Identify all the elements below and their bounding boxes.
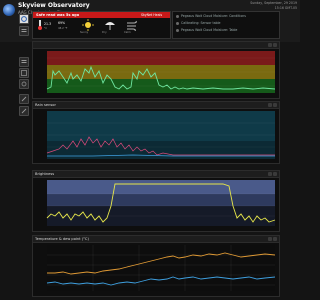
dewpoint-label: 48.2 °F [58, 27, 68, 30]
sidebar-button[interactable] [19, 79, 29, 89]
list-icon [21, 29, 27, 32]
status-panel: Pegasus Wait Cloud Moisture: Conditions … [172, 11, 280, 39]
grid-icon [21, 70, 27, 76]
alert-message: Safe read was 5s ago [36, 12, 80, 17]
list-icon [21, 60, 27, 63]
alert-banner: Safe read was 5s ago SkyNet Heals [33, 12, 170, 18]
sun-label: Sunny [80, 31, 89, 34]
panel-header: Brightness [33, 171, 279, 178]
home-icon [21, 16, 27, 22]
home-button[interactable] [19, 14, 29, 24]
umbrella-icon [105, 22, 115, 30]
brightness-chart [46, 180, 276, 226]
rain-tile: Dry [102, 19, 119, 37]
panel-title: Brightness [35, 171, 55, 176]
sidebar-button[interactable] [19, 68, 29, 78]
refresh-icon[interactable] [268, 172, 272, 176]
temperature-chart-panel: Temperature & dew point (°C) [32, 235, 280, 297]
cloud-chart-panel [32, 41, 280, 99]
brightness-chart-panel: Brightness [32, 170, 280, 232]
rain-label: Dry [102, 31, 107, 34]
panel-title: Rain sensor [35, 102, 56, 107]
sidebar-button[interactable] [19, 106, 29, 116]
humidity-value: 69% [58, 21, 66, 25]
site-title: Skyview Observatory [18, 2, 90, 9]
status-dot-icon [176, 28, 179, 32]
status-dot-icon [176, 14, 179, 18]
refresh-icon[interactable] [268, 43, 272, 47]
settings-icon [21, 81, 27, 87]
sidebar-button[interactable] [19, 26, 29, 36]
refresh-icon[interactable] [268, 103, 272, 107]
wind-tile: Calm [124, 19, 141, 37]
panel-header: Rain sensor [33, 102, 279, 109]
temperature-chart [46, 245, 276, 291]
pencil-icon [21, 96, 27, 102]
sun-icon [82, 19, 94, 31]
refresh-icon[interactable] [268, 237, 272, 241]
status-row: Pegasus Wait Cloud Moisture: Conditions [176, 14, 246, 18]
date-label: Sunday, September, 29 2019 [250, 1, 297, 5]
sidebar-button[interactable] [19, 94, 29, 104]
time-label: 15:16 GMT-05 [274, 6, 297, 10]
humidity-tile: 69% 48.2 °F [58, 19, 75, 37]
cloud-chart [46, 51, 276, 93]
wind-label: Calm [124, 31, 131, 34]
collapse-icon[interactable] [273, 172, 277, 176]
alert-right-label: SkyNet Heals [141, 12, 163, 17]
collapse-icon[interactable] [273, 237, 277, 241]
wind-icon [127, 20, 137, 31]
status-dot-icon [176, 21, 179, 25]
panel-header: Temperature & dew point (°C) [33, 236, 279, 243]
collapse-icon[interactable] [273, 43, 277, 47]
temperature-value: 21.3 [44, 22, 52, 26]
rain-chart [46, 111, 275, 159]
conditions-panel: Safe read was 5s ago SkyNet Heals 21.3 °… [32, 11, 171, 39]
temperature-unit: °C [44, 27, 48, 30]
panel-title: Temperature & dew point (°C) [35, 236, 89, 241]
rain-chart-panel: Rain sensor [32, 101, 280, 164]
logo-icon [3, 4, 15, 16]
collapse-icon[interactable] [273, 103, 277, 107]
sidebar-button[interactable] [19, 57, 29, 67]
pencil-icon [21, 108, 27, 114]
panel-header [33, 42, 279, 49]
sun-tile: Sunny [80, 19, 97, 37]
temperature-tile: 21.3 °C [36, 19, 53, 37]
thermometer-icon [38, 20, 42, 30]
status-row: Calibrating: Sensor table [176, 21, 221, 25]
status-row: Pegasus Wait Cloud Moisture: Table [176, 28, 237, 32]
